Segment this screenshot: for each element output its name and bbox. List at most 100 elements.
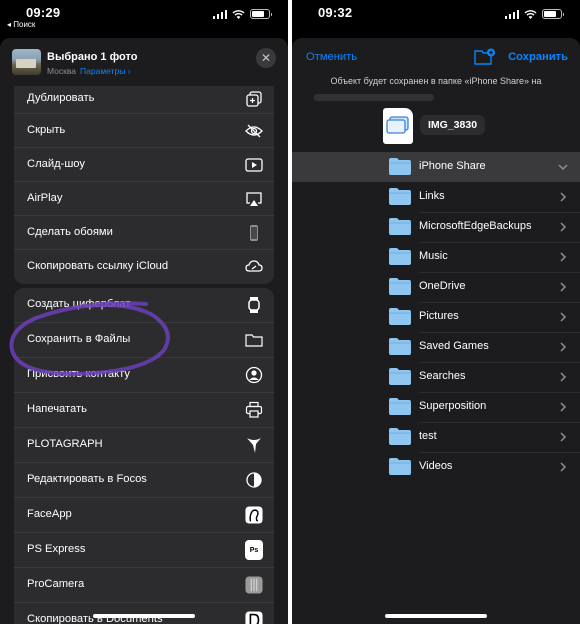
folder-icon	[389, 458, 411, 475]
folder-row-test[interactable]: test	[292, 422, 580, 452]
folder-name: Searches	[419, 370, 466, 382]
chevron-right-icon	[560, 342, 567, 352]
battery-icon	[250, 9, 272, 19]
home-indicator[interactable]	[93, 614, 195, 618]
contact-icon	[245, 366, 263, 384]
ps-express-badge: Ps	[245, 540, 263, 560]
action-label: PLOTAGRAPH	[27, 438, 103, 450]
action-print[interactable]: Напечатать	[14, 393, 274, 428]
folder-name: Pictures	[419, 310, 459, 322]
action-copy-icloud-link[interactable]: Скопировать ссылку iCloud	[14, 250, 274, 284]
airplay-icon	[245, 190, 263, 208]
folder-row-superposition[interactable]: Superposition	[292, 392, 580, 422]
chevron-right-icon	[560, 402, 567, 412]
folder-row-microsoftedgebackups[interactable]: MicrosoftEdgeBackups	[292, 212, 580, 242]
blurred-device-name	[314, 94, 434, 101]
ps-express-icon: Ps	[245, 540, 263, 560]
new-folder-icon[interactable]	[474, 48, 496, 66]
action-label: Присвоить контакту	[27, 368, 130, 380]
folder-row-music[interactable]: Music	[292, 242, 580, 272]
action-label: Сохранить в Файлы	[27, 333, 131, 345]
back-to-search-link[interactable]: ◂ Поиск	[7, 20, 35, 29]
chevron-right-icon	[560, 222, 567, 232]
folder-icon	[389, 428, 411, 445]
procamera-icon	[245, 576, 263, 594]
chevron-right-icon	[560, 372, 567, 382]
files-picker: Отменить Сохранить Объект будет сохранен…	[292, 38, 580, 624]
share-title: Выбрано 1 фото	[47, 51, 138, 63]
share-actions-group-1: Дублировать Скрыть Слайд-шоу AirPlay Сде…	[14, 86, 274, 284]
action-slideshow[interactable]: Слайд-шоу	[14, 148, 274, 182]
action-label: FaceApp	[27, 508, 72, 520]
action-duplicate[interactable]: Дублировать	[14, 86, 274, 114]
documents-icon	[245, 611, 263, 624]
battery-icon	[542, 9, 564, 19]
files-save-screen: 09:32 Отменить Сохранить Объект будет со…	[292, 0, 580, 624]
folder-name: Links	[419, 190, 445, 202]
folder-icon	[389, 248, 411, 265]
folder-row-pictures[interactable]: Pictures	[292, 302, 580, 332]
link-icon	[245, 258, 263, 276]
printer-icon	[245, 401, 263, 419]
action-set-wallpaper[interactable]: Сделать обоями	[14, 216, 274, 250]
folder-icon	[389, 398, 411, 415]
cellular-signal-icon	[504, 9, 519, 19]
action-ps-express[interactable]: PS Express Ps	[14, 533, 274, 568]
action-create-watch-face[interactable]: Создать циферблат	[14, 288, 274, 323]
photo-thumbnail	[12, 49, 41, 75]
chevron-down-icon	[558, 164, 568, 171]
wifi-icon	[232, 9, 245, 19]
folder-list: iPhone Share Links MicrosoftEdgeBackups …	[292, 152, 580, 482]
action-label: Скрыть	[27, 124, 66, 136]
folder-row-searches[interactable]: Searches	[292, 362, 580, 392]
file-preview-icon	[383, 108, 413, 144]
folder-icon	[389, 188, 411, 205]
action-edit-in-focos[interactable]: Редактировать в Focos	[14, 463, 274, 498]
action-label: Скопировать ссылку iCloud	[27, 260, 169, 272]
action-label: PS Express	[27, 543, 86, 555]
action-hide[interactable]: Скрыть	[14, 114, 274, 148]
close-button[interactable]: ✕	[256, 48, 276, 68]
plotagraph-icon	[245, 436, 263, 454]
save-button[interactable]: Сохранить	[508, 51, 568, 63]
cellular-signal-icon	[212, 9, 227, 19]
folder-row-videos[interactable]: Videos	[292, 452, 580, 482]
action-procamera[interactable]: ProCamera	[14, 568, 274, 603]
chevron-right-icon	[560, 432, 567, 442]
home-indicator[interactable]	[385, 614, 487, 618]
options-link[interactable]: Параметры ›	[80, 66, 131, 76]
action-plotagraph[interactable]: PLOTAGRAPH	[14, 428, 274, 463]
status-time: 09:29	[26, 5, 61, 20]
close-icon: ✕	[260, 51, 272, 65]
action-label: Редактировать в Focos	[27, 473, 147, 485]
share-sheet-screen: 09:29 ◂ Поиск Выбрано 1 фото Москва Парам…	[0, 0, 288, 624]
action-label: Напечатать	[27, 403, 87, 415]
folder-row-iphone-share[interactable]: iPhone Share	[292, 152, 580, 182]
folder-icon	[245, 331, 263, 349]
folder-row-links[interactable]: Links	[292, 182, 580, 212]
action-label: Создать циферблат	[27, 298, 131, 310]
chevron-right-icon	[560, 192, 567, 202]
share-location: Москва	[47, 66, 77, 76]
folder-icon	[389, 308, 411, 325]
action-save-to-files[interactable]: Сохранить в Файлы	[14, 323, 274, 358]
share-actions-group-2: Создать циферблат Сохранить в Файлы Прис…	[14, 288, 274, 624]
action-assign-to-contact[interactable]: Присвоить контакту	[14, 358, 274, 393]
chevron-right-icon	[560, 282, 567, 292]
action-label: Сделать обоями	[27, 226, 113, 238]
folder-name: MicrosoftEdgeBackups	[419, 220, 532, 232]
action-airplay[interactable]: AirPlay	[14, 182, 274, 216]
phone-icon	[245, 224, 263, 242]
folder-row-onedrive[interactable]: OneDrive	[292, 272, 580, 302]
cancel-button[interactable]: Отменить	[306, 51, 357, 63]
action-faceapp[interactable]: FaceApp	[14, 498, 274, 533]
play-icon	[245, 156, 263, 174]
action-label: AirPlay	[27, 192, 63, 204]
folder-icon	[389, 278, 411, 295]
wifi-icon	[524, 9, 537, 19]
folder-icon	[389, 158, 411, 175]
status-bar: 09:32	[292, 0, 580, 30]
file-name-field[interactable]: IMG_3830	[420, 115, 486, 135]
focos-icon	[245, 471, 263, 489]
folder-row-saved-games[interactable]: Saved Games	[292, 332, 580, 362]
